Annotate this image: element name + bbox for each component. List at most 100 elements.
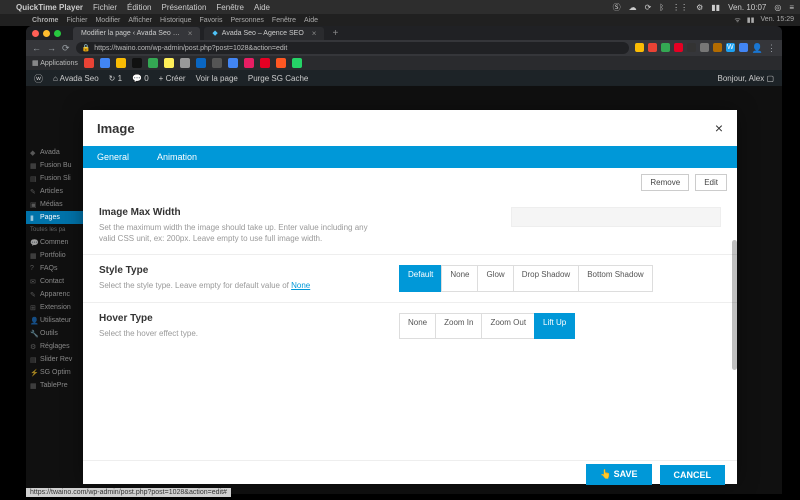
m2-6[interactable]: Fenêtre (272, 17, 296, 24)
close-icon[interactable]: × (715, 120, 723, 136)
menu-file[interactable]: Fichier (93, 3, 117, 12)
address-bar[interactable]: 🔒 https://twaino.com/wp-admin/post.php?p… (76, 42, 629, 54)
spotlight-icon[interactable]: ◎ (774, 3, 781, 12)
bookmark-icon[interactable] (180, 58, 190, 68)
ext-icon[interactable] (713, 43, 722, 52)
m2-5[interactable]: Personnes (230, 17, 263, 24)
ext-icon[interactable] (648, 43, 657, 52)
hover-zoomout[interactable]: Zoom Out (481, 313, 535, 339)
ext-icon[interactable] (739, 43, 748, 52)
flag-icon[interactable]: ▮▮ (747, 16, 755, 25)
sidebar-item: 💬Commen (26, 236, 86, 249)
bookmark-icon[interactable] (116, 58, 126, 68)
clock1[interactable]: Ven. 10:07 (728, 3, 766, 12)
ext-icon[interactable] (687, 43, 696, 52)
wp-purge[interactable]: Purge SG Cache (248, 74, 308, 83)
m2-1[interactable]: Modifier (95, 17, 120, 24)
app-name-2[interactable]: Chrome (32, 17, 58, 24)
bookmark-icon[interactable] (148, 58, 158, 68)
reload-icon[interactable]: ⟳ (62, 43, 70, 54)
skype-icon[interactable]: Ⓢ (613, 2, 621, 13)
m2-7[interactable]: Aide (304, 17, 318, 24)
tab-animation[interactable]: Animation (143, 146, 211, 168)
ext-icon[interactable] (674, 43, 683, 52)
tab-general[interactable]: General (83, 146, 143, 168)
style-dropshadow[interactable]: Drop Shadow (513, 265, 579, 291)
tab-close-icon[interactable]: × (188, 29, 193, 38)
cancel-button[interactable]: CANCEL (660, 465, 726, 485)
m2-2[interactable]: Afficher (128, 17, 152, 24)
bookmark-icon[interactable] (196, 58, 206, 68)
none-link[interactable]: None (291, 281, 310, 290)
sync-icon[interactable]: ⟳ (645, 3, 652, 12)
bookmark-icon[interactable] (84, 58, 94, 68)
style-none[interactable]: None (441, 265, 478, 291)
bookmark-icon[interactable] (164, 58, 174, 68)
ext-icon[interactable]: W (726, 43, 735, 52)
sidebar-item: ⊞Extension (26, 301, 86, 314)
maxwidth-input[interactable] (511, 207, 721, 227)
sidebar-item: ◆Avada (26, 146, 86, 159)
ext-icon[interactable] (661, 43, 670, 52)
traffic-close[interactable] (32, 30, 39, 37)
wp-view[interactable]: Voir la page (196, 74, 238, 83)
remove-button[interactable]: Remove (641, 174, 689, 191)
menu-window[interactable]: Fenêtre (216, 3, 244, 12)
hover-zoomin[interactable]: Zoom In (435, 313, 482, 339)
menu-edit[interactable]: Édition (127, 3, 151, 12)
back-icon[interactable]: ← (32, 43, 41, 53)
bookmark-icon[interactable] (228, 58, 238, 68)
traffic-max[interactable] (54, 30, 61, 37)
wp-comments[interactable]: 💬 0 (132, 74, 149, 83)
cloud-icon[interactable]: ☁ (629, 3, 637, 12)
hamburger-icon[interactable]: ≡ (789, 3, 794, 12)
tab-active[interactable]: Modifier la page ‹ Avada Seo … × (73, 27, 200, 40)
profile-icon[interactable]: 👤 (752, 43, 763, 54)
flag-icon[interactable]: ▮▮ (711, 3, 720, 12)
forward-icon[interactable]: → (47, 43, 56, 53)
bookmark-icon[interactable] (132, 58, 142, 68)
bookmark-icon[interactable] (292, 58, 302, 68)
wifi-icon[interactable]: ᯤ (734, 16, 740, 25)
menu-present[interactable]: Présentation (161, 3, 206, 12)
bookmark-icon[interactable] (212, 58, 222, 68)
bookmark-icon[interactable] (244, 58, 254, 68)
bookmark-icon[interactable] (100, 58, 110, 68)
traffic-min[interactable] (43, 30, 50, 37)
hover-liftup[interactable]: Lift Up (534, 313, 575, 339)
wp-updates[interactable]: ↻ 1 (109, 74, 122, 83)
ext-icon[interactable] (700, 43, 709, 52)
menu-icon[interactable]: ⋮ (767, 43, 776, 54)
save-button[interactable]: 👆 SAVE (586, 464, 652, 485)
m2-3[interactable]: Historique (160, 17, 192, 24)
style-bottomshadow[interactable]: Bottom Shadow (578, 265, 652, 291)
apps-button[interactable]: ▦ Applications (32, 59, 78, 67)
new-tab-button[interactable]: + (328, 28, 342, 39)
ext-icon[interactable] (635, 43, 644, 52)
hover-none[interactable]: None (399, 313, 436, 339)
tab-inactive[interactable]: ◆ Avada Seo – Agence SEO × (204, 27, 324, 40)
wp-greeting[interactable]: Bonjour, Alex ▢ (718, 74, 774, 83)
scrollbar[interactable] (732, 240, 737, 370)
bookmark-icon[interactable] (260, 58, 270, 68)
bt-icon[interactable]: ᛒ (659, 3, 664, 12)
status-bar: https://twaino.com/wp-admin/post.php?pos… (26, 488, 231, 497)
menu-help[interactable]: Aide (254, 3, 270, 12)
wifi-icon[interactable]: ⋮⋮ (672, 3, 688, 12)
hovertype-title: Hover Type (99, 313, 379, 324)
style-default[interactable]: Default (399, 265, 442, 291)
wp-logo-icon[interactable]: ⓦ (34, 72, 43, 85)
tab-close-icon[interactable]: × (312, 29, 317, 38)
clock2[interactable]: Ven. 15:29 (761, 16, 794, 25)
wifi2-icon[interactable]: ⚙ (696, 3, 703, 12)
style-glow[interactable]: Glow (477, 265, 513, 291)
bookmarks-bar: ▦ Applications (26, 56, 782, 70)
wp-create[interactable]: + Créer (159, 74, 186, 83)
wp-site[interactable]: ⌂ Avada Seo (53, 74, 99, 83)
m2-0[interactable]: Fichier (66, 17, 87, 24)
app-name[interactable]: QuickTime Player (16, 3, 83, 12)
bookmark-icon[interactable] (276, 58, 286, 68)
edit-button[interactable]: Edit (695, 174, 727, 191)
m2-4[interactable]: Favoris (200, 17, 223, 24)
tab1-label: Modifier la page ‹ Avada Seo … (81, 30, 180, 37)
